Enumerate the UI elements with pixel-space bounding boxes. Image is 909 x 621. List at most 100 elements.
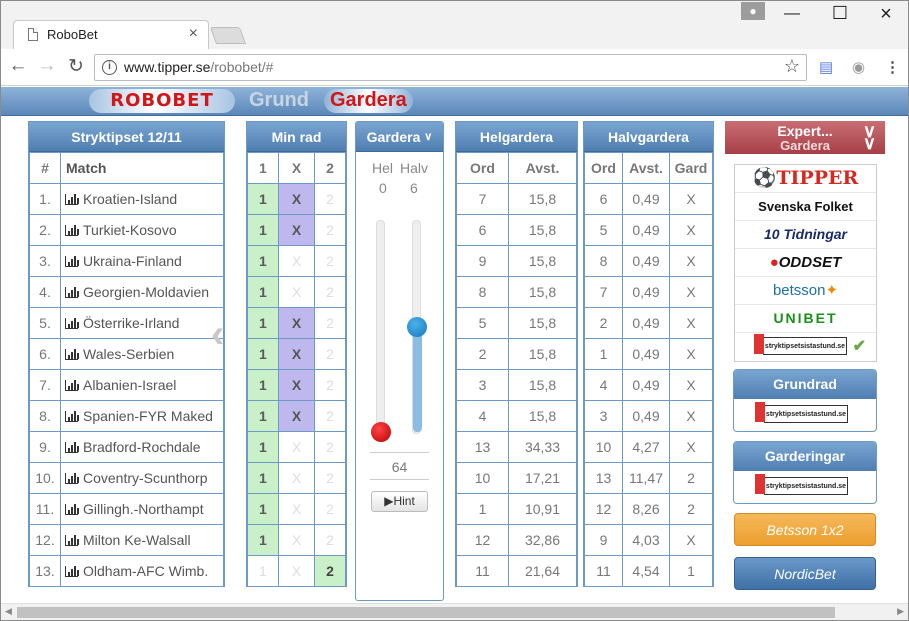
match-name-cell[interactable]: Coventry-Scunthorp (60, 462, 224, 494)
hint-button[interactable]: ▶Hint (371, 491, 428, 512)
garderingar-box[interactable]: Garderingar stryktipsetsistastund.se (733, 441, 877, 504)
match-name-cell[interactable]: Österrike-Irland (60, 307, 224, 339)
pick-1-cell[interactable]: 1 (247, 431, 279, 463)
pick-x-cell[interactable]: X (277, 369, 316, 401)
match-name[interactable]: Gillingh.-Northampt (83, 501, 204, 517)
forward-arrow-icon[interactable]: → (36, 55, 58, 77)
match-name-cell[interactable]: Georgien-Moldavien (60, 276, 224, 308)
match-name[interactable]: Bradford-Rochdale (83, 439, 201, 455)
gardera-title[interactable]: Gardera ∨ (356, 122, 443, 152)
pick-1-cell[interactable]: 1 (247, 214, 279, 246)
scroll-left-icon[interactable]: ◀ (5, 606, 12, 617)
robobet-logo[interactable]: ROBOBET (89, 89, 235, 113)
menu-dots-icon[interactable]: ⋮ (885, 58, 900, 76)
horizontal-scrollbar[interactable]: ◀ ▶ (1, 603, 908, 620)
match-name-cell[interactable]: Ukraina-Finland (60, 245, 224, 277)
minimize-icon[interactable]: — (777, 5, 807, 23)
pick-2-cell[interactable]: 2 (314, 338, 346, 370)
grundrad-box[interactable]: Grundrad stryktipsetsistastund.se (733, 369, 877, 432)
pick-2-cell[interactable]: 2 (314, 555, 346, 587)
match-name-cell[interactable]: Gillingh.-Northampt (60, 493, 224, 525)
pick-x-cell[interactable]: X (277, 245, 316, 277)
halv-slider-handle[interactable] (407, 317, 427, 337)
pick-x-cell[interactable]: X (277, 338, 316, 370)
match-name-cell[interactable]: Bradford-Rochdale (60, 431, 224, 463)
pick-x-cell[interactable]: X (277, 276, 316, 308)
maximize-icon[interactable]: ☐ (825, 3, 855, 24)
info-icon[interactable]: i (102, 60, 117, 75)
scrollbar-thumb[interactable] (17, 607, 835, 618)
match-name-cell[interactable]: Turkiet-Kosovo (60, 214, 224, 246)
pick-2-cell[interactable]: 2 (314, 400, 346, 432)
pick-2-cell[interactable]: 2 (314, 276, 346, 308)
match-name[interactable]: Ukraina-Finland (83, 253, 182, 269)
stats-chart-icon[interactable] (65, 225, 79, 236)
pick-2-cell[interactable]: 2 (314, 245, 346, 277)
nordicbet-button[interactable]: NordicBet (734, 557, 876, 590)
stats-chart-icon[interactable] (65, 349, 79, 360)
hel-slider-handle[interactable] (371, 422, 391, 442)
back-arrow-icon[interactable]: ← (7, 55, 29, 77)
brand-oddset[interactable]: ●ODDSET (735, 249, 876, 277)
stats-chart-icon[interactable] (65, 535, 79, 546)
stats-chart-icon[interactable] (65, 318, 79, 329)
match-name-cell[interactable]: Kroatien-Island (60, 183, 224, 215)
brand-10-tidningar[interactable]: 10 Tidningar (735, 221, 876, 249)
prev-arrow-icon[interactable]: ‹ (211, 312, 224, 357)
match-name[interactable]: Wales-Serbien (83, 346, 174, 362)
bookmark-star-icon[interactable]: ☆ (784, 56, 800, 77)
match-name-cell[interactable]: Albanien-Israel (60, 369, 224, 401)
stats-chart-icon[interactable] (65, 411, 79, 422)
match-name[interactable]: Coventry-Scunthorp (83, 470, 208, 486)
pick-x-cell[interactable]: X (277, 431, 316, 463)
match-name[interactable]: Spanien-FYR Maked (83, 408, 213, 424)
new-tab-button[interactable] (209, 27, 247, 44)
hel-slider-track[interactable] (376, 220, 385, 434)
match-name[interactable]: Oldham-AFC Wimb. (83, 563, 208, 579)
pick-1-cell[interactable]: 1 (247, 276, 279, 308)
brand-unibet[interactable]: UNIBET (735, 305, 876, 333)
expert-gardera-button[interactable]: Expert... Gardera ∨ ∨ (725, 121, 885, 154)
pick-2-cell[interactable]: 2 (314, 524, 346, 556)
brand-svenska-folket[interactable]: Svenska Folket (735, 193, 876, 221)
match-name[interactable]: Milton Ke-Walsall (83, 532, 191, 548)
pick-x-cell[interactable]: X (277, 524, 316, 556)
stats-chart-icon[interactable] (65, 442, 79, 453)
stats-chart-icon[interactable] (65, 380, 79, 391)
stats-chart-icon[interactable] (65, 194, 79, 205)
match-name[interactable]: Georgien-Moldavien (83, 284, 209, 300)
pick-x-cell[interactable]: X (277, 214, 316, 246)
pick-2-cell[interactable]: 2 (314, 431, 346, 463)
pick-1-cell[interactable]: 1 (247, 369, 279, 401)
pick-2-cell[interactable]: 2 (314, 369, 346, 401)
stats-chart-icon[interactable] (65, 256, 79, 267)
brand-betsson[interactable]: betsson✦ (735, 277, 876, 305)
pick-x-cell[interactable]: X (277, 555, 316, 587)
url-text[interactable]: www.tipper.se/robobet/# (124, 59, 273, 75)
nav-gardera[interactable]: Gardera (324, 89, 413, 113)
nav-grund[interactable]: Grund (249, 89, 309, 112)
match-name[interactable]: Albanien-Israel (83, 377, 176, 393)
pick-1-cell[interactable]: 1 (247, 462, 279, 494)
pick-x-cell[interactable]: X (277, 400, 316, 432)
pick-1-cell[interactable]: 1 (247, 524, 279, 556)
pick-2-cell[interactable]: 2 (314, 462, 346, 494)
pick-x-cell[interactable]: X (277, 183, 316, 215)
scroll-right-icon[interactable]: ▶ (897, 606, 904, 617)
extension-chart-icon[interactable]: ▤ (819, 58, 833, 76)
address-bar[interactable]: i www.tipper.se/robobet/# ☆ (94, 54, 807, 81)
betsson-1x2-button[interactable]: Betsson 1x2 (734, 513, 876, 546)
close-window-icon[interactable]: × (871, 3, 901, 26)
pick-2-cell[interactable]: 2 (314, 214, 346, 246)
extension-circle-icon[interactable]: ◉ (852, 58, 865, 76)
pick-1-cell[interactable]: 1 (247, 245, 279, 277)
match-name-cell[interactable]: Wales-Serbien (60, 338, 224, 370)
pick-x-cell[interactable]: X (277, 462, 316, 494)
stats-chart-icon[interactable] (65, 287, 79, 298)
match-name[interactable]: Kroatien-Island (83, 191, 177, 207)
reload-icon[interactable]: ↻ (65, 55, 87, 78)
match-name[interactable]: Österrike-Irland (83, 315, 179, 331)
pick-2-cell[interactable]: 2 (314, 183, 346, 215)
browser-tab[interactable]: RoboBet × (13, 20, 209, 49)
user-profile-icon[interactable]: ● (741, 2, 765, 20)
